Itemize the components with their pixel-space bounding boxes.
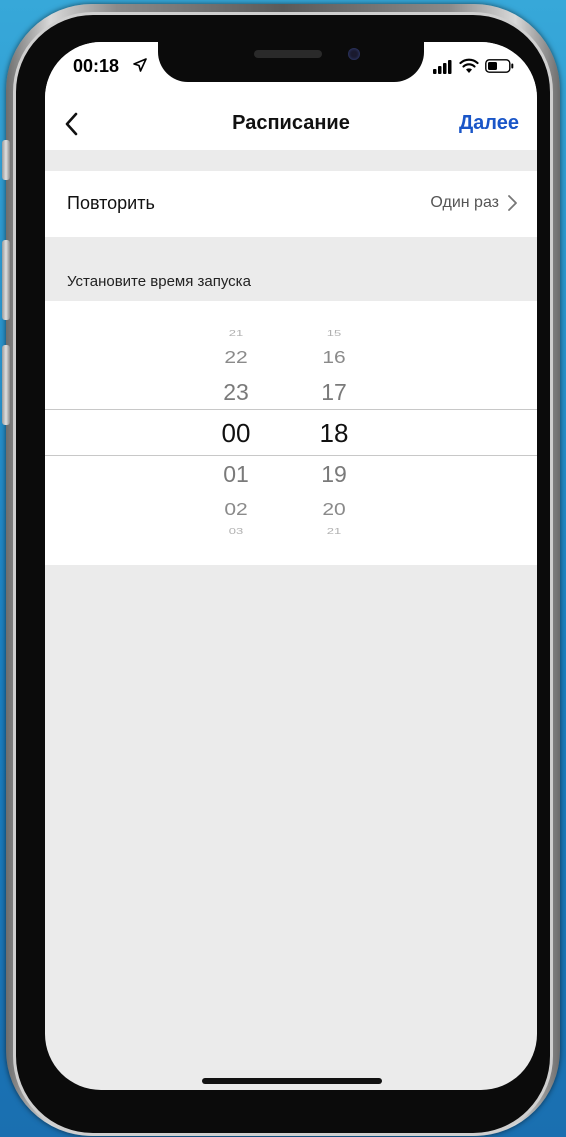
navigation-bar: Расписание Далее	[45, 98, 537, 150]
hour-option[interactable]: 01	[196, 463, 276, 486]
repeat-label: Повторить	[67, 193, 155, 213]
time-picker[interactable]: 21 22 23 00 01 02 03 15 16 17 18 19 20 2…	[45, 301, 537, 565]
hour-selected[interactable]: 00	[196, 420, 276, 446]
minute-option[interactable]: 19	[294, 463, 374, 486]
front-camera	[348, 48, 360, 60]
speaker-grille	[254, 50, 322, 58]
notch	[158, 42, 424, 82]
mute-switch	[2, 140, 10, 180]
minute-selected[interactable]: 18	[294, 420, 374, 446]
picker-selection-bottom-line	[45, 455, 537, 456]
location-arrow-icon	[133, 58, 147, 72]
minute-option[interactable]: 16	[294, 349, 374, 367]
minute-option[interactable]: 15	[294, 330, 374, 338]
minute-option[interactable]: 21	[294, 528, 374, 536]
repeat-row[interactable]: Повторить Один раз	[45, 171, 537, 237]
hour-option[interactable]: 23	[196, 381, 276, 404]
screen: 00:18 Расписание Далее Повторить Один ра…	[45, 42, 537, 1090]
wifi-icon	[459, 58, 479, 73]
minute-option[interactable]: 17	[294, 381, 374, 404]
hour-option[interactable]: 22	[196, 349, 276, 367]
hour-option[interactable]: 21	[196, 330, 276, 338]
hour-option[interactable]: 02	[196, 501, 276, 519]
cellular-signal-icon	[433, 60, 452, 74]
home-indicator[interactable]	[202, 1078, 382, 1084]
repeat-value: Один раз	[430, 194, 499, 211]
volume-down-button	[2, 345, 10, 425]
next-button[interactable]: Далее	[459, 112, 519, 135]
hour-option[interactable]: 03	[196, 528, 276, 536]
battery-icon	[485, 59, 514, 73]
volume-up-button	[2, 240, 10, 320]
chevron-right-icon	[508, 195, 517, 211]
picker-selection-top-line	[45, 409, 537, 410]
status-time: 00:18	[73, 56, 120, 76]
minute-option[interactable]: 20	[294, 501, 374, 519]
section-header: Установите время запуска	[67, 273, 251, 290]
